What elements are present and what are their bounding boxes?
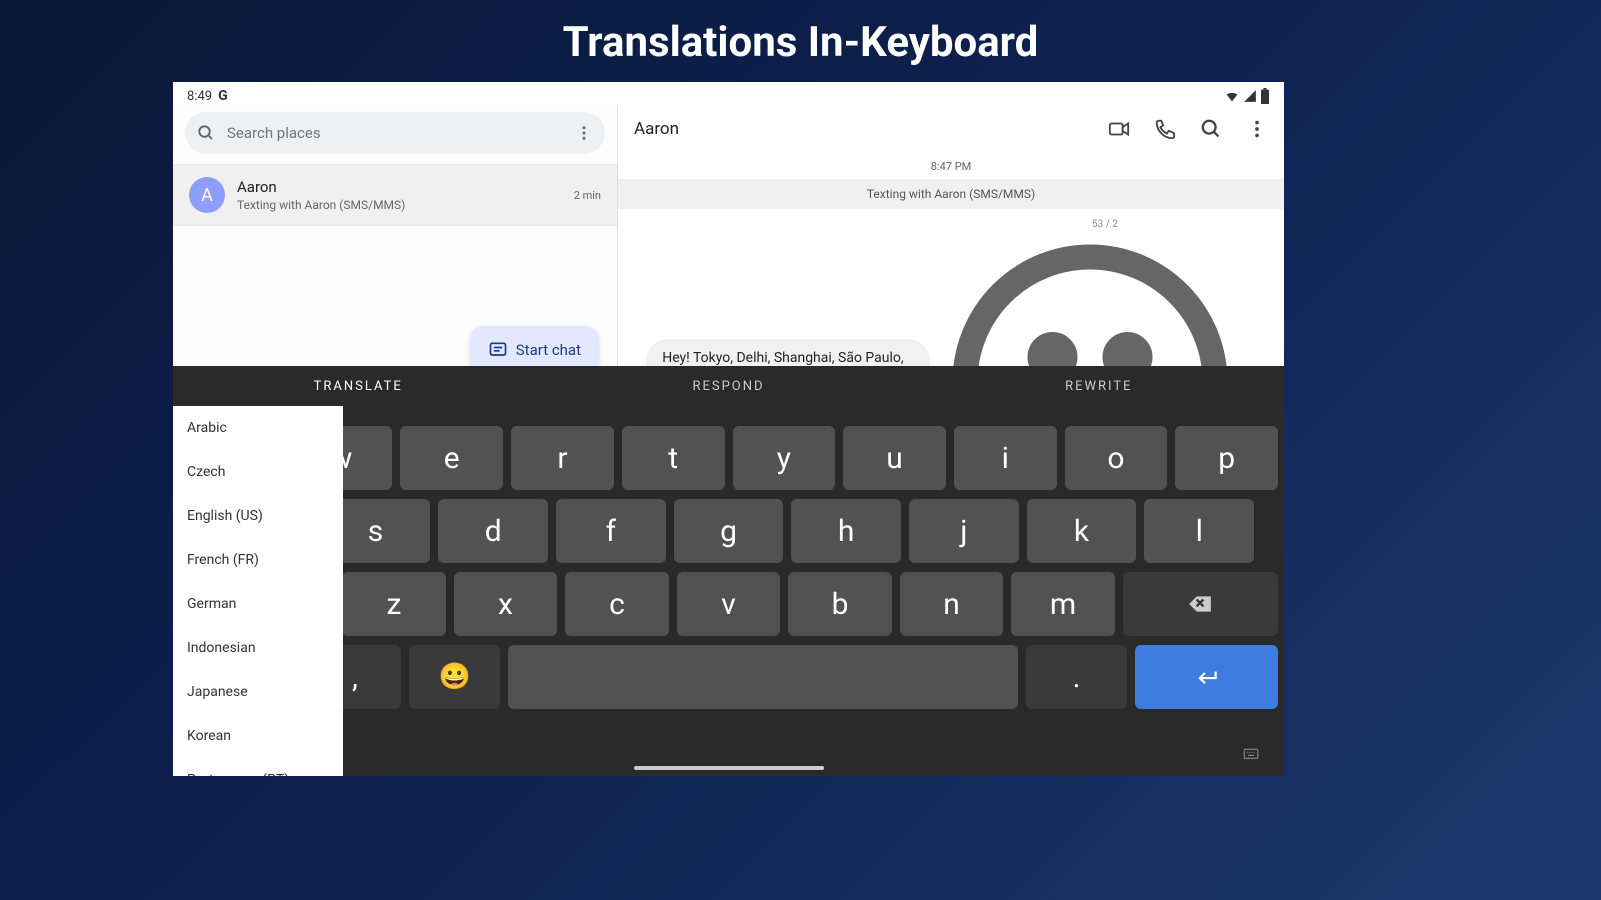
key-r[interactable]: r <box>511 426 614 490</box>
search-bar[interactable] <box>185 112 605 154</box>
lang-item-english-us[interactable]: English (US) <box>173 494 343 538</box>
key-i[interactable]: i <box>954 426 1057 490</box>
wifi-icon <box>1224 88 1240 104</box>
char-count: 53 / 2 <box>1092 219 1118 230</box>
conversation-item[interactable]: A Aaron Texting with Aaron (SMS/MMS) 2 m… <box>173 164 617 226</box>
lang-item-portuguese-pt[interactable]: Portuguese (PT) <box>173 758 343 776</box>
key-y[interactable]: y <box>733 426 836 490</box>
key-space[interactable] <box>508 645 1017 709</box>
key-l[interactable]: l <box>1144 499 1254 563</box>
keyboard-switch-icon[interactable] <box>1242 744 1260 766</box>
conversation-name: Aaron <box>237 178 562 196</box>
google-logo-icon: G <box>218 88 228 104</box>
chat-header: Aaron <box>618 106 1284 152</box>
key-z[interactable]: z <box>342 572 446 636</box>
more-icon[interactable] <box>575 124 593 142</box>
key-x[interactable]: x <box>454 572 558 636</box>
key-p[interactable]: p <box>1175 426 1278 490</box>
lang-item-korean[interactable]: Korean <box>173 714 343 758</box>
tab-respond[interactable]: RESPOND <box>543 366 913 406</box>
status-bar: 8:49 G <box>173 82 1284 106</box>
key-t[interactable]: t <box>622 426 725 490</box>
lang-item-french-fr[interactable]: French (FR) <box>173 538 343 582</box>
key-period[interactable]: . <box>1026 645 1128 709</box>
key-backspace[interactable] <box>1123 572 1278 636</box>
key-g[interactable]: g <box>674 499 784 563</box>
signal-icon <box>1243 89 1257 103</box>
tab-rewrite[interactable]: REWRITE <box>914 366 1284 406</box>
chat-contact-name: Aaron <box>634 119 1096 139</box>
chat-more-icon[interactable] <box>1246 118 1268 140</box>
conversation-time: 2 min <box>574 189 601 202</box>
phone-icon[interactable] <box>1154 118 1176 140</box>
key-h[interactable]: h <box>791 499 901 563</box>
lang-item-japanese[interactable]: Japanese <box>173 670 343 714</box>
lang-item-arabic[interactable]: Arabic <box>173 406 343 450</box>
lang-item-indonesian[interactable]: Indonesian <box>173 626 343 670</box>
lang-item-german[interactable]: German <box>173 582 343 626</box>
language-menu: Arabic Czech English (US) French (FR) Ge… <box>173 406 343 776</box>
start-chat-label: Start chat <box>516 341 581 359</box>
keyboard: TRANSLATE RESPOND REWRITE Arabic Czech E… <box>173 366 1284 776</box>
key-enter[interactable] <box>1135 645 1278 709</box>
key-f[interactable]: f <box>556 499 666 563</box>
video-call-icon[interactable] <box>1108 118 1130 140</box>
key-m[interactable]: m <box>1011 572 1115 636</box>
key-n[interactable]: n <box>900 572 1004 636</box>
conversation-subtitle: Texting with Aaron (SMS/MMS) <box>237 198 562 212</box>
key-e[interactable]: e <box>400 426 503 490</box>
battery-icon <box>1260 88 1270 104</box>
page-title: Translations In-Keyboard <box>0 0 1601 85</box>
key-j[interactable]: j <box>909 499 1019 563</box>
search-input[interactable] <box>227 124 563 142</box>
key-emoji[interactable]: 😀 <box>409 645 501 709</box>
chat-timestamp: 8:47 PM <box>618 152 1284 179</box>
key-b[interactable]: b <box>788 572 892 636</box>
key-k[interactable]: k <box>1027 499 1137 563</box>
key-d[interactable]: d <box>438 499 548 563</box>
tab-translate[interactable]: TRANSLATE <box>173 366 543 406</box>
search-icon <box>197 124 215 142</box>
android-nav-bar[interactable] <box>634 766 824 770</box>
key-u[interactable]: u <box>843 426 946 490</box>
key-v[interactable]: v <box>677 572 781 636</box>
search-chat-icon[interactable] <box>1200 118 1222 140</box>
texting-with-banner: Texting with Aaron (SMS/MMS) <box>618 179 1284 209</box>
key-o[interactable]: o <box>1065 426 1168 490</box>
status-time: 8:49 <box>187 89 212 104</box>
chat-icon <box>488 340 508 360</box>
tablet-screenshot: 8:49 G A Aaron Texting with Aaron (SMS/M… <box>173 82 1284 776</box>
lang-item-czech[interactable]: Czech <box>173 450 343 494</box>
key-c[interactable]: c <box>565 572 669 636</box>
avatar: A <box>189 177 225 213</box>
